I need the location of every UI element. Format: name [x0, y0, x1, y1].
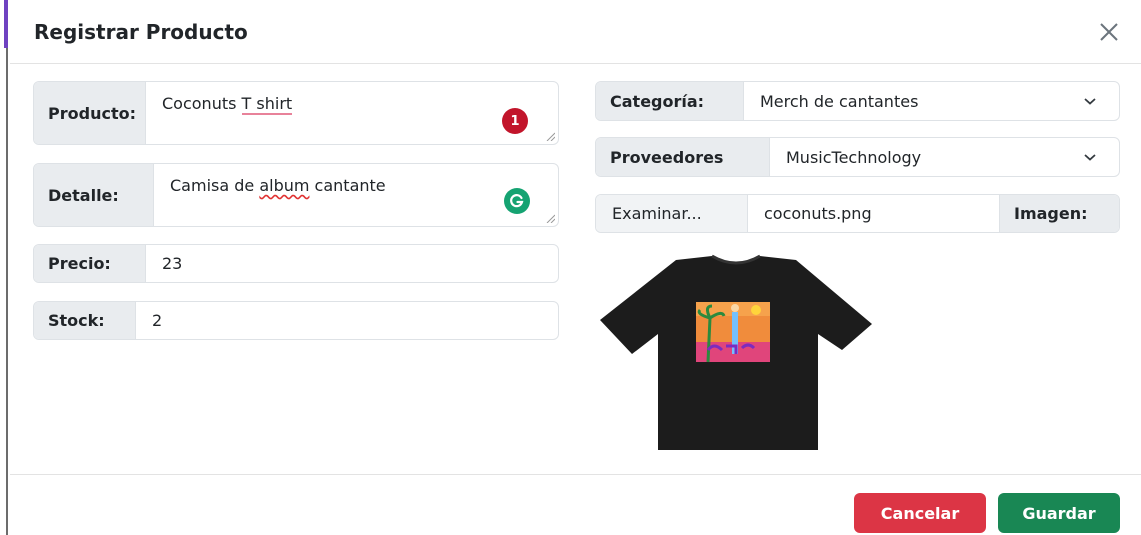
- close-button[interactable]: [1095, 18, 1123, 46]
- categoria-group: Categoría: Merch de cantantes: [595, 81, 1120, 121]
- detalle-label: Detalle:: [34, 164, 154, 226]
- modal-title: Registrar Producto: [34, 20, 248, 44]
- resize-handle-icon[interactable]: [545, 131, 555, 141]
- browse-button[interactable]: Examinar...: [596, 195, 748, 232]
- producto-label: Producto:: [34, 82, 146, 144]
- producto-group: Producto: Coconuts T shirt 1: [33, 81, 559, 145]
- file-name-display[interactable]: coconuts.png: [748, 195, 999, 232]
- resize-handle-icon[interactable]: [545, 213, 555, 223]
- precio-group: Precio: 23: [33, 244, 559, 283]
- proveedores-select[interactable]: MusicTechnology: [770, 138, 1119, 176]
- product-image-preview: [596, 254, 876, 454]
- categoria-selected: Merch de cantantes: [760, 92, 918, 111]
- accent-bar: [4, 0, 8, 48]
- proveedores-group: Proveedores MusicTechnology: [595, 137, 1120, 177]
- detalle-value: Camisa de album cantante: [170, 176, 386, 195]
- producto-value: Coconuts T shirt: [162, 94, 292, 113]
- categoria-label: Categoría:: [596, 82, 744, 120]
- precio-input[interactable]: 23: [146, 245, 558, 282]
- proveedores-selected: MusicTechnology: [786, 148, 921, 167]
- stock-group: Stock: 2: [33, 301, 559, 340]
- edge-line: [6, 48, 8, 535]
- chevron-down-icon: [1083, 152, 1097, 162]
- close-icon: [1095, 18, 1123, 46]
- proveedores-label: Proveedores: [596, 138, 770, 176]
- save-button[interactable]: Guardar: [998, 493, 1120, 533]
- imagen-group: Examinar... coconuts.png Imagen:: [595, 194, 1120, 233]
- left-edge-strip: [0, 0, 8, 535]
- producto-textarea[interactable]: Coconuts T shirt 1: [146, 82, 558, 144]
- chevron-down-icon: [1083, 96, 1097, 106]
- precio-label: Precio:: [34, 245, 146, 282]
- spelling-badge-icon[interactable]: 1: [502, 108, 528, 134]
- cancel-button[interactable]: Cancelar: [854, 493, 986, 533]
- categoria-select[interactable]: Merch de cantantes: [744, 82, 1119, 120]
- modal-header: Registrar Producto: [10, 0, 1141, 64]
- detalle-textarea[interactable]: Camisa de album cantante: [154, 164, 558, 226]
- stock-input[interactable]: 2: [136, 302, 558, 339]
- modal-footer: Cancelar Guardar: [10, 474, 1141, 535]
- imagen-label: Imagen:: [999, 195, 1119, 232]
- stock-label: Stock:: [34, 302, 136, 339]
- grammarly-icon[interactable]: [504, 188, 530, 214]
- detalle-group: Detalle: Camisa de album cantante: [33, 163, 559, 227]
